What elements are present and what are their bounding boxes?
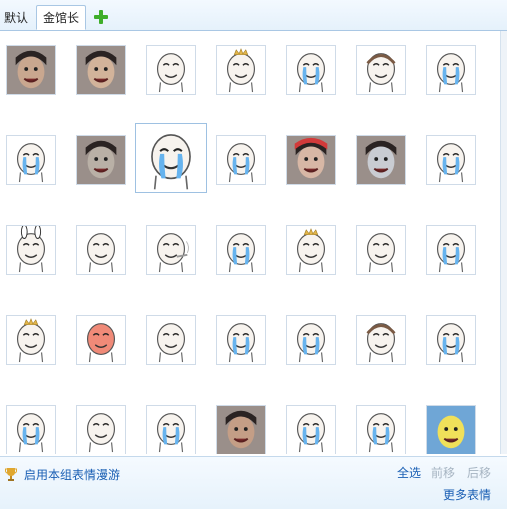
cartoon-crying-face-icon [427,316,475,364]
emoticon-cell[interactable] [426,315,476,365]
footer-bar: 启用本组表情漫游 全选 前移 后移 更多表情 [0,456,507,509]
cartoon-cute-face-icon [147,46,195,94]
emoticon-cell[interactable] [216,135,266,185]
vertical-scrollbar[interactable] [500,31,507,454]
emoticon-cell[interactable] [76,135,126,185]
cartoon-crying-face-icon [287,316,335,364]
emoticon-cell[interactable] [6,315,56,365]
emoticon-grid [0,31,500,454]
emoticon-cell[interactable] [146,315,196,365]
photo-dog-face-icon [77,136,125,184]
cartoon-cute-face-icon [77,406,125,454]
emoticon-cell[interactable] [426,45,476,95]
emoticon-cell[interactable] [146,225,196,275]
emoticon-cell[interactable] [356,405,406,454]
emoticon-cell[interactable] [216,315,266,365]
photo-laughing-face-icon [217,406,265,454]
cartoon-pink-face-icon [77,316,125,364]
photo-girl-face-icon [7,46,55,94]
trophy-icon [5,468,17,481]
cartoon-crying-face-icon [427,46,475,94]
photo-shark-face-icon [357,136,405,184]
enable-roaming-link[interactable]: 启用本组表情漫游 [24,466,120,483]
emoticon-cell[interactable] [356,135,406,185]
plus-icon[interactable] [93,9,109,25]
cartoon-crying-face-icon [7,136,55,184]
photo-man-face-icon [77,46,125,94]
cartoon-photo-face-icon [357,316,405,364]
emoticon-cell[interactable] [76,225,126,275]
photo-santa-hat-face-icon [287,136,335,184]
emoticon-cell[interactable] [135,123,207,193]
emoticon-cell[interactable] [146,45,196,95]
cartoon-crying-face-icon [287,406,335,454]
emoticon-cell[interactable] [356,315,406,365]
emoticon-cell[interactable] [286,315,336,365]
cartoon-crown-face-icon [7,316,55,364]
more-emoticons-link[interactable]: 更多表情 [443,486,491,503]
cartoon-crying-face-icon [287,46,335,94]
select-all-link[interactable]: 全选 [397,464,421,481]
emoticon-cell[interactable] [6,45,56,95]
cartoon-crying-face-icon [427,226,475,274]
cartoon-smoking-face-icon [147,226,195,274]
move-forward-link[interactable]: 前移 [431,464,455,481]
emoticon-cell[interactable] [216,225,266,275]
cartoon-crying-face-icon [137,124,205,192]
photo-sponge-face-icon [427,406,475,454]
move-backward-link[interactable]: 后移 [467,464,491,481]
cartoon-face-icon [147,316,195,364]
cartoon-crown-face-icon [217,46,265,94]
emoticon-cell[interactable] [6,405,56,454]
cartoon-crying-face-icon [217,316,265,364]
emoticon-cell[interactable] [286,405,336,454]
emoticon-cell[interactable] [356,225,406,275]
cartoon-photo-face-icon [357,46,405,94]
cartoon-bunny-face-icon [7,226,55,274]
emoticon-cell[interactable] [216,405,266,454]
emoticon-cell[interactable] [6,135,56,185]
cartoon-face-icon [77,226,125,274]
cartoon-crying-face-icon [147,406,195,454]
emoticon-cell[interactable] [286,45,336,95]
emoticon-cell[interactable] [76,405,126,454]
cartoon-crying-face-icon [427,136,475,184]
cartoon-crying-face-icon [7,406,55,454]
emoticon-cell[interactable] [146,405,196,454]
cartoon-crying-face-icon [217,136,265,184]
tab-jinguanzhang[interactable]: 金馆长 [36,5,86,30]
emoticon-cell[interactable] [76,45,126,95]
emoticon-cell[interactable] [426,135,476,185]
cartoon-crying-face-icon [357,406,405,454]
tab-bar: 默认 金馆长 [0,0,507,31]
cartoon-face-icon [357,226,405,274]
cartoon-crown-face-icon [287,226,335,274]
emoticon-cell[interactable] [426,405,476,454]
emoticon-cell[interactable] [426,225,476,275]
emoticon-cell[interactable] [286,135,336,185]
cartoon-crying-face-icon [217,226,265,274]
emoticon-cell[interactable] [356,45,406,95]
emoticon-cell[interactable] [6,225,56,275]
tab-default[interactable]: 默认 [0,6,32,30]
emoticon-cell[interactable] [286,225,336,275]
emoticon-cell[interactable] [76,315,126,365]
emoticon-cell[interactable] [216,45,266,95]
